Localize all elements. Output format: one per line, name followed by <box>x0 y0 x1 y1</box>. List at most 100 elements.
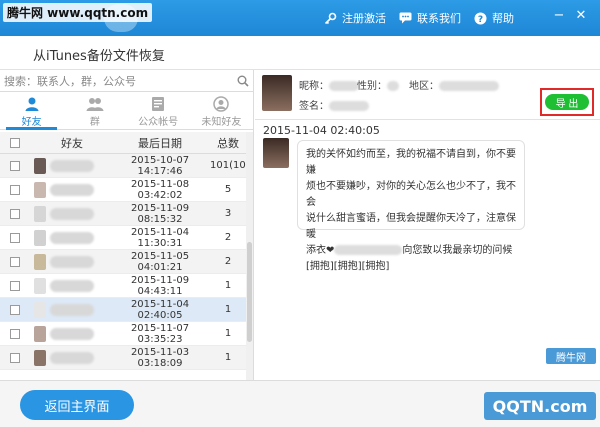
export-highlight-frame: 导 出 <box>540 88 594 116</box>
table-row[interactable]: 2015-10-07 14:17:46 101(101) <box>0 154 246 178</box>
nickname-field: 昵称： <box>299 77 359 92</box>
table-row[interactable]: 2015-11-08 03:42:02 5 <box>0 178 246 202</box>
chat-panel: 昵称： 性别： 地区： 签名： 导 出 2015-11-04 02:40:05 … <box>255 70 600 380</box>
contact-avatar <box>262 75 292 111</box>
friend-name-blurred <box>50 183 94 196</box>
close-button[interactable]: ✕ <box>574 9 588 23</box>
row-total: 2 <box>224 256 232 267</box>
avatar <box>34 325 46 342</box>
message-line: 烦也不要嫌吵，对你的关心怎么也少不了，我不会 <box>306 181 516 208</box>
row-date: 2015-11-04 11:30:31 <box>130 226 190 249</box>
select-all-checkbox[interactable] <box>10 137 20 148</box>
row-checkbox[interactable] <box>10 304 20 315</box>
minimize-button[interactable]: − <box>552 9 566 23</box>
watermark-badge: 腾牛网 <box>546 348 596 364</box>
table-row[interactable]: 2015-11-03 03:18:09 1 <box>0 346 246 370</box>
row-checkbox[interactable] <box>10 184 20 195</box>
row-date: 2015-11-04 02:40:05 <box>130 298 190 321</box>
register-label: 注册激活 <box>342 12 386 25</box>
export-button[interactable]: 导 出 <box>545 94 589 110</box>
message-line-part: 向您致以我最亲切的问候 <box>402 245 513 256</box>
row-checkbox[interactable] <box>10 160 20 171</box>
avatar <box>34 349 46 366</box>
avatar <box>34 277 46 294</box>
row-date: 2015-11-09 04:43:11 <box>130 274 190 297</box>
row-total: 5 <box>224 184 232 195</box>
row-date: 2015-11-05 04:01:21 <box>130 250 190 273</box>
row-checkbox[interactable] <box>10 208 20 219</box>
friend-table: 2015-10-07 14:17:46 101(101) 2015-11-08 … <box>0 154 246 380</box>
friend-name-blurred <box>50 255 94 268</box>
row-date: 2015-11-09 08:15:32 <box>130 202 190 225</box>
table-row[interactable]: 2015-11-07 03:35:23 1 <box>0 322 246 346</box>
search-placeholder: 搜索：联系人，群，公众号 <box>4 74 136 88</box>
table-row[interactable]: 2015-11-04 11:30:31 2 <box>0 226 246 250</box>
page-title: 从iTunes备份文件恢复 <box>33 49 165 64</box>
table-row-selected[interactable]: 2015-11-04 02:40:05 1 <box>0 298 246 322</box>
friend-list-panel: 搜索：联系人，群，公众号 好友 群 公众帐号 未知好友 好友 最后日期 总数 2… <box>0 70 254 380</box>
tab-groups[interactable]: 群 <box>63 94 126 129</box>
search-input[interactable]: 搜索：联系人，群，公众号 <box>0 70 253 92</box>
contact-us-label: 联系我们 <box>417 12 461 25</box>
tab-public-accounts[interactable]: 公众帐号 <box>127 94 190 129</box>
table-row[interactable]: 2015-11-09 04:43:11 1 <box>0 274 246 298</box>
gender-label: 性别： <box>357 81 387 92</box>
contact-info: 昵称： 性别： 地区： 签名： 导 出 <box>255 70 600 120</box>
row-total: 2 <box>224 232 232 243</box>
message-avatar <box>263 138 289 168</box>
message-line: [拥抱][拥抱][拥抱] <box>306 261 390 272</box>
search-icon[interactable] <box>237 75 249 87</box>
table-row[interactable]: 2015-11-05 04:01:21 2 <box>0 250 246 274</box>
avatar <box>34 157 46 174</box>
gender-field: 性别： <box>357 77 399 92</box>
watermark-bottom: 腾牛网 QQTN.com <box>484 348 596 424</box>
row-date: 2015-11-08 03:42:02 <box>130 178 190 201</box>
tab-public-accounts-label: 公众帐号 <box>138 116 179 128</box>
table-row[interactable]: 2015-11-09 08:15:32 3 <box>0 202 246 226</box>
group-icon <box>86 97 104 111</box>
region-label: 地区： <box>409 81 439 92</box>
row-checkbox[interactable] <box>10 328 20 339</box>
friend-name-blurred <box>50 231 94 244</box>
row-date: 2015-10-07 14:17:46 <box>130 154 190 177</box>
row-checkbox[interactable] <box>10 232 20 243</box>
row-total: 101(101) <box>210 160 246 171</box>
friend-name-blurred <box>50 159 94 172</box>
avatar <box>34 181 46 198</box>
chat-icon <box>399 12 412 24</box>
category-tabs: 好友 群 公众帐号 未知好友 <box>0 94 253 130</box>
message-line: 我的关怀如约而至，我的祝福不请自到，你不要嫌 <box>306 149 516 176</box>
avatar <box>34 205 46 222</box>
friend-name-blurred <box>50 303 94 316</box>
watermark-top: 腾牛网 www.qqtn.com <box>3 3 153 22</box>
tab-friends[interactable]: 好友 <box>0 94 63 130</box>
signature-field: 签名： <box>299 97 369 112</box>
row-total: 1 <box>224 304 232 315</box>
tab-unknown-friends[interactable]: 未知好友 <box>190 94 253 129</box>
row-total: 1 <box>224 328 232 339</box>
person-icon <box>25 97 39 111</box>
nickname-label: 昵称： <box>299 81 329 92</box>
message-line: 添衣❤ 向您致以我最亲切的问候 <box>306 243 516 259</box>
row-checkbox[interactable] <box>10 280 20 291</box>
friend-name-blurred <box>50 327 94 340</box>
row-checkbox[interactable] <box>10 352 20 363</box>
public-account-icon <box>152 96 165 111</box>
friend-name-blurred <box>50 207 94 220</box>
scrollbar-thumb[interactable] <box>247 242 252 342</box>
register-button[interactable]: 注册激活 <box>324 10 386 26</box>
message-line-part: 添衣❤ <box>306 245 335 256</box>
sub-header: 从iTunes备份文件恢复 <box>0 36 600 70</box>
watermark-site: QQTN.com <box>484 392 596 420</box>
tab-friends-label: 好友 <box>21 116 42 128</box>
title-bar: 腾牛网 www.qqtn.com 注册激活 联系我们 ? 帮助 − ✕ <box>0 0 600 36</box>
region-field: 地区： <box>409 77 499 92</box>
list-scrollbar[interactable] <box>246 132 253 380</box>
help-icon: ? <box>474 12 487 25</box>
help-button[interactable]: ? 帮助 <box>474 10 514 26</box>
row-date: 2015-11-03 03:18:09 <box>130 346 190 369</box>
contact-us-button[interactable]: 联系我们 <box>399 10 461 26</box>
row-checkbox[interactable] <box>10 256 20 267</box>
back-to-main-button[interactable]: 返回主界面 <box>20 390 134 420</box>
header-total: 总数 <box>217 136 239 150</box>
